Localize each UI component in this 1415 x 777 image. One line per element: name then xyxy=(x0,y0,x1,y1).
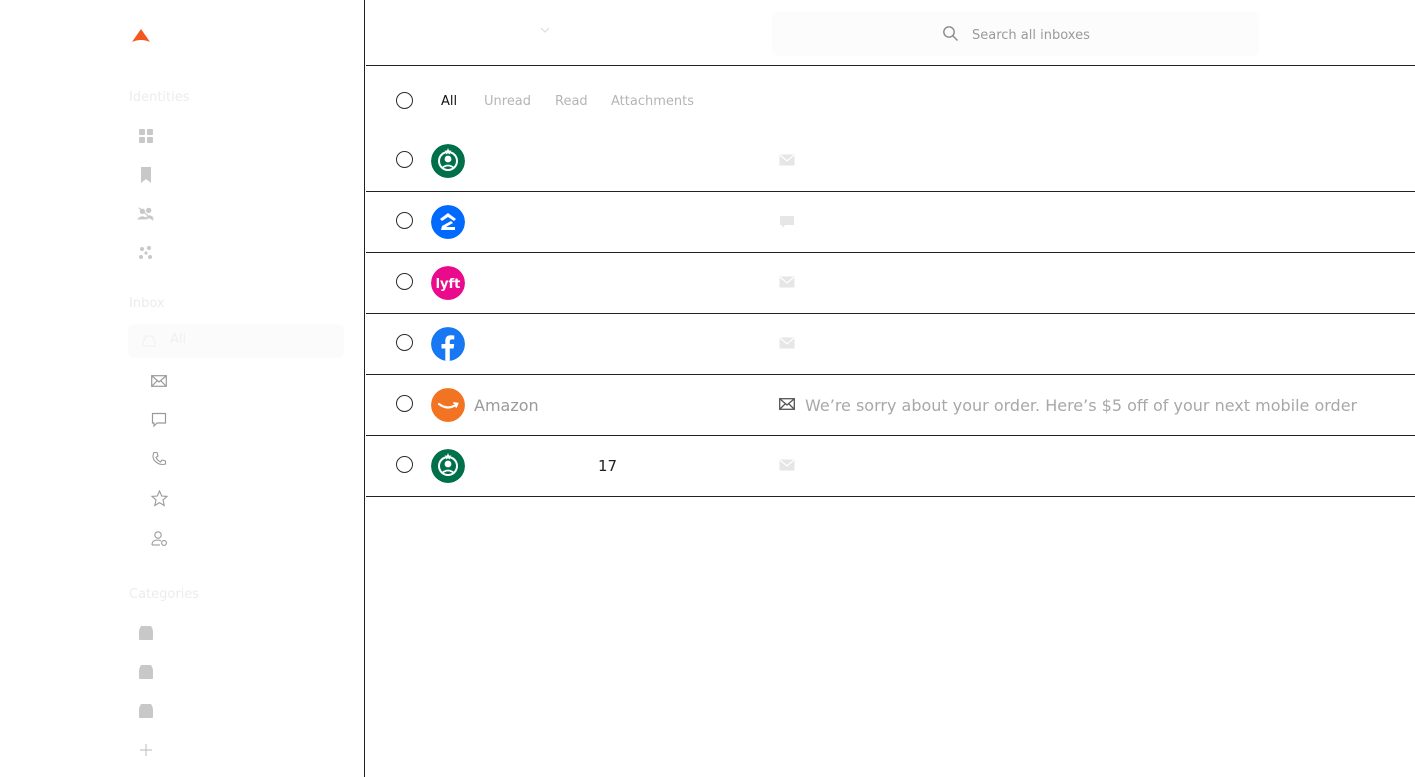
inbox-all-label: All xyxy=(170,332,187,347)
table-row[interactable] xyxy=(366,314,1415,375)
grid-icon[interactable] xyxy=(137,127,155,145)
chat-icon xyxy=(780,216,794,228)
tab-read[interactable]: Read xyxy=(555,94,588,109)
row-checkbox[interactable] xyxy=(396,151,413,168)
chevron-down-icon[interactable] xyxy=(539,26,551,34)
tab-attachments[interactable]: Attachments xyxy=(611,94,694,109)
inbox-title: Inbox xyxy=(129,296,165,311)
sidebar: Identities Inbox All Categories xyxy=(0,0,365,777)
mail-icon xyxy=(779,337,795,349)
row-checkbox[interactable] xyxy=(396,395,413,412)
inbox-icon xyxy=(142,335,156,347)
tab-unread[interactable]: Unread xyxy=(484,94,531,109)
message-count: 17 xyxy=(598,457,618,475)
search-box[interactable] xyxy=(772,12,1259,56)
search-input[interactable] xyxy=(970,23,1234,47)
svg-text:lyft: lyft xyxy=(436,277,461,292)
mail-icon xyxy=(779,398,795,410)
star-icon[interactable] xyxy=(150,489,168,507)
sender-name: Amazon xyxy=(474,396,539,415)
amazon-logo-icon xyxy=(431,388,465,422)
people-off-icon[interactable] xyxy=(137,205,155,223)
mail-icon[interactable] xyxy=(150,372,168,390)
mail-icon xyxy=(779,276,795,288)
starbucks-logo-icon xyxy=(431,144,465,178)
table-row[interactable]: lyft xyxy=(366,253,1415,314)
message-subject: We’re sorry about your order. Here’s $5 … xyxy=(805,396,1358,415)
dots-cluster-icon[interactable] xyxy=(137,244,155,262)
mail-icon xyxy=(779,459,795,471)
row-checkbox[interactable] xyxy=(396,456,413,473)
search-icon[interactable] xyxy=(942,25,959,42)
plus-icon[interactable] xyxy=(137,741,155,759)
bookmark-icon[interactable] xyxy=(137,166,155,184)
row-checkbox[interactable] xyxy=(396,212,413,229)
table-row[interactable]: 17 xyxy=(366,436,1415,497)
person-gear-icon[interactable] xyxy=(150,529,168,547)
folder-icon[interactable] xyxy=(137,624,155,642)
topbar xyxy=(366,0,1415,66)
filter-bar: All Unread Read Attachments xyxy=(366,66,1415,136)
phone-icon[interactable] xyxy=(150,450,168,468)
table-row[interactable]: Amazon We’re sorry about your order. Her… xyxy=(366,375,1415,436)
categories-title: Categories xyxy=(129,587,200,602)
folder-icon[interactable] xyxy=(137,702,155,720)
table-row[interactable] xyxy=(366,131,1415,192)
lyft-logo-icon: lyft xyxy=(431,266,465,300)
logo-icon[interactable] xyxy=(131,28,151,46)
row-checkbox[interactable] xyxy=(396,334,413,351)
folder-icon[interactable] xyxy=(137,663,155,681)
identities-title: Identities xyxy=(129,90,190,105)
zillow-logo-icon xyxy=(431,205,465,239)
chat-icon[interactable] xyxy=(150,411,168,429)
row-checkbox[interactable] xyxy=(396,273,413,290)
starbucks-logo-icon xyxy=(431,449,465,483)
select-all-checkbox[interactable] xyxy=(396,92,413,109)
table-row[interactable] xyxy=(366,192,1415,253)
inbox-all-item[interactable]: All xyxy=(128,324,344,358)
mail-icon xyxy=(779,154,795,166)
tab-all[interactable]: All xyxy=(441,94,457,109)
facebook-logo-icon xyxy=(431,327,465,361)
